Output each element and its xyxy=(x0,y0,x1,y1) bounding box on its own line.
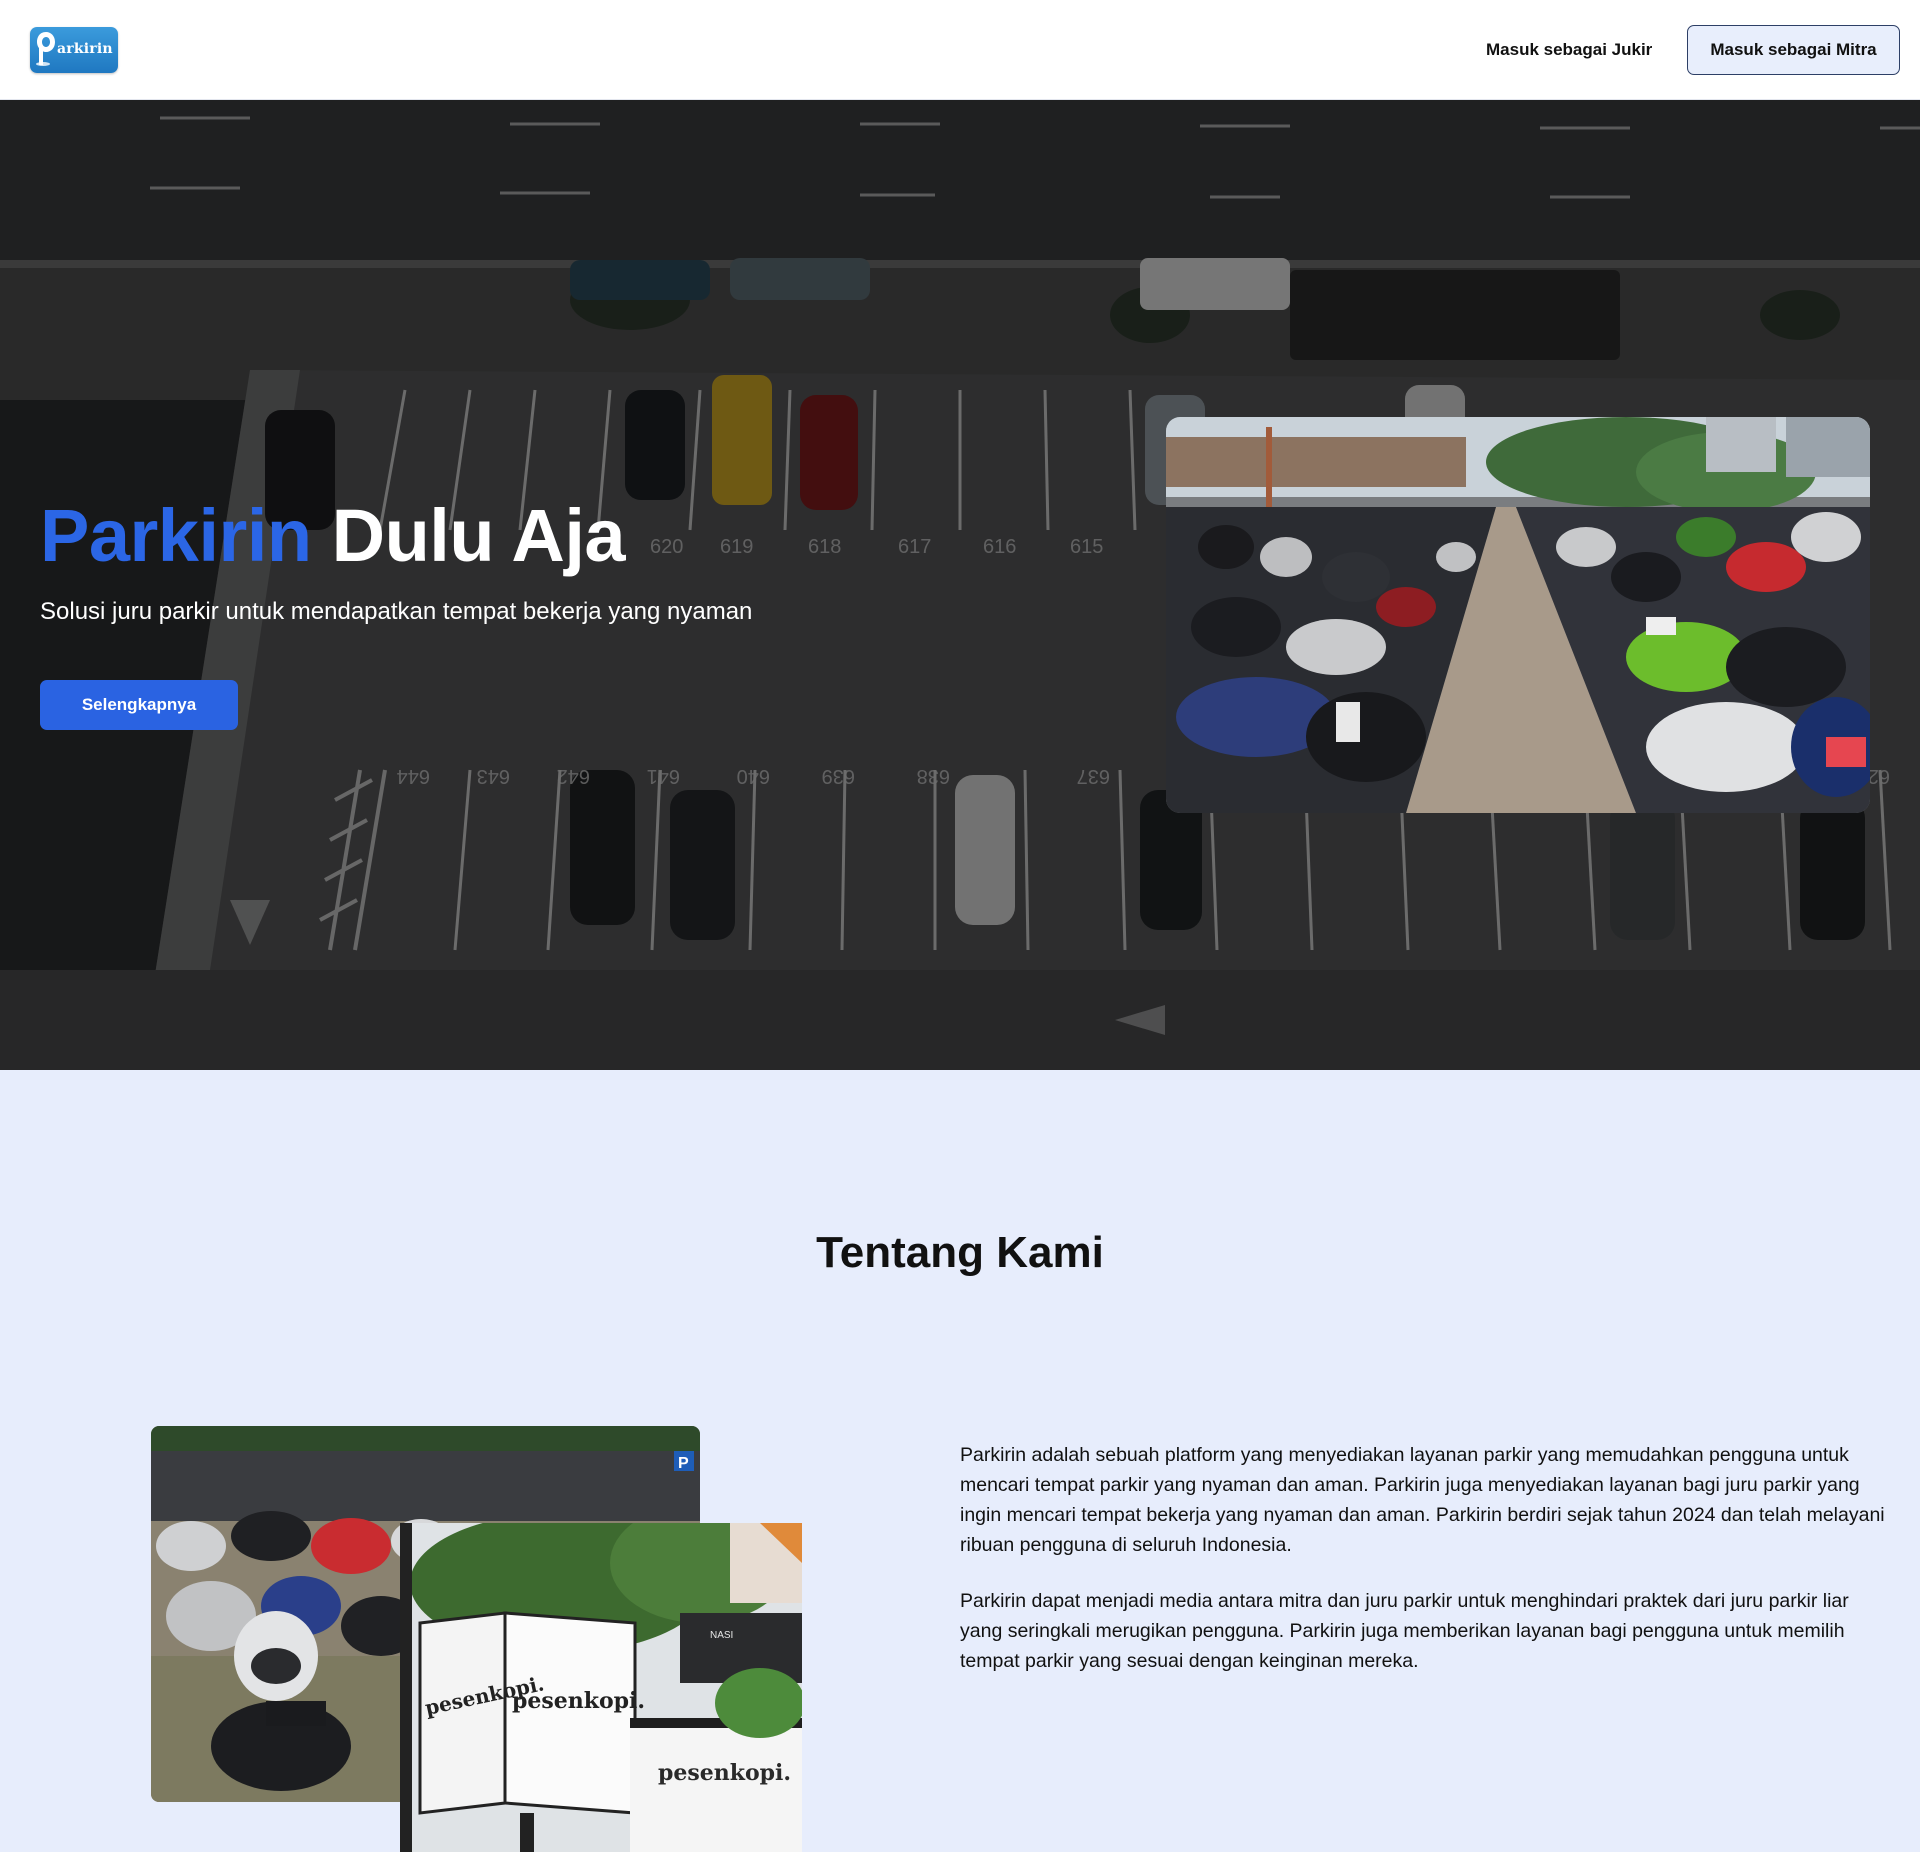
about-coffee-shop-photo: NASI pesenkopi. pesenkopi. pesenkopi. xyxy=(400,1523,802,1852)
about-paragraph-2: Parkirin dapat menjadi media antara mitr… xyxy=(960,1590,1849,1672)
navbar: arkirin Masuk sebagai Jukir Masuk sebaga… xyxy=(0,0,1920,100)
parking-sign-letter: P xyxy=(678,1455,689,1472)
about-title: Tentang Kami xyxy=(816,1228,1104,1277)
hero-section: 620 619 618 617 616 615 644 643 642 641 … xyxy=(0,100,1920,1070)
menu-board-text: NASI xyxy=(710,1630,733,1641)
login-mitra-button[interactable]: Masuk sebagai Mitra xyxy=(1687,25,1900,75)
hero-title: Parkirin Dulu Aja xyxy=(40,493,626,578)
storefront-sign-text: pesenkopi. xyxy=(658,1760,791,1786)
parkirin-logo[interactable]: arkirin xyxy=(30,27,118,73)
about-paragraph-1: Parkirin adalah sebuah platform yang men… xyxy=(960,1444,1885,1556)
logo-p-pin-icon xyxy=(36,32,55,66)
sign-text-front: pesenkopi. xyxy=(512,1688,645,1714)
logo-text: arkirin xyxy=(57,41,113,57)
hero-title-brand: Parkirin xyxy=(40,494,312,577)
learn-more-button[interactable]: Selengkapnya xyxy=(40,680,238,730)
about-section: Tentang Kami P NASI pesenkopi. pesenkopi… xyxy=(0,1070,1920,1852)
hero-motorcycle-parking-photo xyxy=(1166,417,1870,813)
login-jukir-button[interactable]: Masuk sebagai Jukir xyxy=(1470,26,1668,74)
hero-title-rest: Dulu Aja xyxy=(331,494,626,577)
hero-subtitle: Solusi juru parkir untuk mendapatkan tem… xyxy=(40,598,753,625)
about-description: Parkirin adalah sebuah platform yang men… xyxy=(960,1440,1890,1676)
